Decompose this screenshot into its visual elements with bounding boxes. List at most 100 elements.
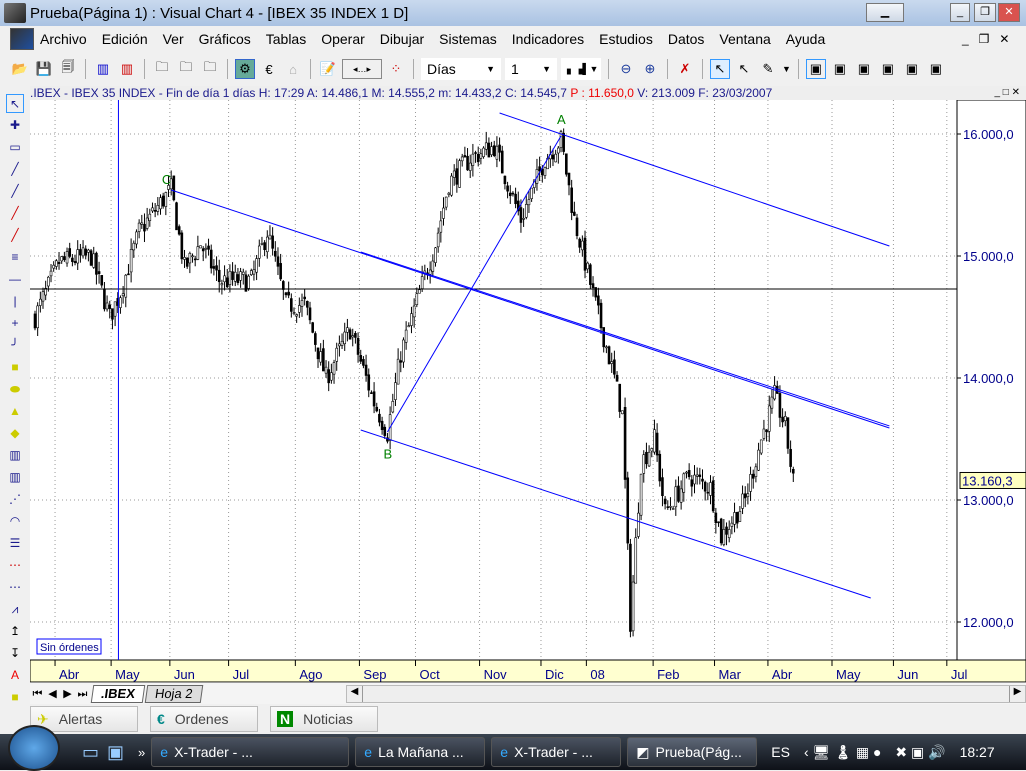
layout-6-icon[interactable]: ▣ bbox=[926, 59, 946, 79]
connect-icon[interactable]: ⁘ bbox=[386, 59, 406, 79]
candle-body bbox=[730, 522, 734, 527]
chart-type-select[interactable]: ▖▗▌ ▼ bbox=[561, 58, 601, 80]
task-xtrader-1[interactable]: e X-Trader - ... bbox=[151, 737, 350, 767]
ordenes-tab[interactable]: € Ordenes bbox=[150, 706, 258, 732]
noticias-tab[interactable]: N Noticias bbox=[270, 706, 378, 732]
fibo-levels-icon[interactable]: ☰ bbox=[6, 534, 24, 553]
layout-4-icon[interactable]: ▣ bbox=[878, 59, 898, 79]
select-object-icon[interactable]: ↖ bbox=[734, 59, 754, 79]
text-tool-icon[interactable]: A bbox=[6, 666, 24, 685]
language-indicator[interactable]: ES bbox=[771, 744, 790, 760]
menu-indicadores[interactable]: Indicadores bbox=[512, 31, 584, 47]
clock[interactable]: 18:27 bbox=[960, 744, 995, 760]
scroll-control[interactable]: ◂…▸ bbox=[342, 59, 382, 79]
period-select[interactable]: Días ▼ bbox=[421, 58, 501, 80]
cursor-icon[interactable]: ↖ bbox=[710, 59, 730, 79]
price-chart[interactable]: 16.000,0 15.000,0 14.000,0 13.000,0 12.000,0… bbox=[30, 100, 1026, 682]
menu-ayuda[interactable]: Ayuda bbox=[786, 31, 825, 47]
gann-icon[interactable]: ▥ bbox=[6, 468, 24, 487]
menu-operar[interactable]: Operar bbox=[321, 31, 365, 47]
bar-chart-icon[interactable]: ▥ bbox=[93, 59, 113, 79]
note-tool-icon[interactable]: ■ bbox=[6, 688, 24, 707]
house-icon[interactable]: ⌂ bbox=[283, 59, 303, 79]
save-all-icon[interactable]: 🗐 bbox=[58, 59, 78, 79]
quicklaunch-more[interactable]: » bbox=[138, 745, 145, 760]
pen-color-icon[interactable]: ✎ bbox=[758, 59, 778, 79]
sheet-tab-ibex[interactable]: .IBEX bbox=[90, 684, 146, 703]
cross-line-icon[interactable]: + bbox=[6, 314, 24, 333]
task-xtrader-2[interactable]: e X-Trader - ... bbox=[491, 737, 622, 767]
menu-datos[interactable]: Datos bbox=[668, 31, 705, 47]
menu-tablas[interactable]: Tablas bbox=[266, 31, 306, 47]
chart-window-controls[interactable]: _ □ ✕ bbox=[994, 86, 1020, 100]
folder-chart2-icon[interactable]: 🗀 bbox=[176, 59, 196, 79]
properties-icon[interactable]: 📝 bbox=[318, 59, 338, 79]
diamond-tool-icon[interactable]: ◆ bbox=[6, 424, 24, 443]
tray-network-icons[interactable]: ✖ ▣ 🔊 bbox=[895, 744, 945, 761]
menu-ventana[interactable]: Ventana bbox=[719, 31, 770, 47]
layout-2-icon[interactable]: ▣ bbox=[830, 59, 850, 79]
arcs-tool-icon[interactable]: ◠ bbox=[6, 512, 24, 531]
last-sheet-button[interactable]: ⏭ bbox=[75, 685, 90, 703]
save-icon[interactable]: 💾 bbox=[34, 59, 54, 79]
close-button[interactable]: ✕ bbox=[998, 3, 1020, 22]
ellipse-tool-icon[interactable]: ⬬ bbox=[6, 380, 24, 399]
delete-drawings-icon[interactable]: ✗ bbox=[675, 59, 695, 79]
horizontal-scrollbar[interactable]: ◀ ▶ bbox=[346, 685, 1026, 703]
task-prueba[interactable]: ◩ Prueba(Pág... bbox=[627, 737, 758, 767]
trendline-tool-icon[interactable]: ╱ bbox=[6, 160, 24, 179]
multiplier-select[interactable]: 1 ▼ bbox=[505, 58, 557, 80]
open-icon[interactable]: 📂 bbox=[10, 59, 30, 79]
menu-archivo[interactable]: Archivo bbox=[40, 31, 87, 47]
ray-tool-icon[interactable]: ╱ bbox=[6, 182, 24, 201]
fibonacci-time-icon[interactable]: ▥ bbox=[6, 446, 24, 465]
line-red-tool-icon[interactable]: ╱ bbox=[6, 204, 24, 223]
start-button[interactable] bbox=[8, 725, 60, 771]
menu-ver[interactable]: Ver bbox=[163, 31, 184, 47]
menu-edicion[interactable]: Edición bbox=[102, 31, 148, 47]
triangle-tool-icon[interactable]: ▲ bbox=[6, 402, 24, 421]
menu-estudios[interactable]: Estudios bbox=[599, 31, 653, 47]
layout-1-icon[interactable]: ▣ bbox=[805, 59, 826, 79]
switch-windows-icon[interactable]: ▣ bbox=[107, 742, 124, 763]
arrow-down-icon[interactable]: ↧ bbox=[6, 644, 24, 663]
chart-menu-icon[interactable] bbox=[10, 27, 34, 50]
show-desktop-icon[interactable]: ▭ bbox=[82, 742, 99, 763]
layout-5-icon[interactable]: ▣ bbox=[902, 59, 922, 79]
network-icon[interactable]: ⚙ bbox=[235, 59, 255, 79]
layout-3-icon[interactable]: ▣ bbox=[854, 59, 874, 79]
rectangle-select-icon[interactable]: ▭ bbox=[6, 138, 24, 157]
key-euro-icon[interactable]: € bbox=[259, 59, 279, 79]
mdi-controls[interactable]: _ ❐ ✕ bbox=[962, 32, 1010, 46]
folder-chart-icon[interactable]: 🗀 bbox=[152, 59, 172, 79]
regression-icon[interactable]: ⋯ bbox=[6, 556, 24, 575]
pointer-tool-icon[interactable]: ↖ bbox=[6, 94, 24, 113]
channel-tool-icon[interactable]: ≡ bbox=[6, 248, 24, 267]
window-min-button[interactable]: _ bbox=[950, 3, 970, 22]
line-extended-tool-icon[interactable]: ╱ bbox=[6, 226, 24, 245]
rectangle-tool-icon[interactable]: ■ bbox=[6, 358, 24, 377]
zoom-out-icon[interactable]: ⊖ bbox=[616, 59, 636, 79]
tray-expand-icon[interactable]: ‹ 🖥 ♟ ▦ ● bbox=[804, 744, 881, 761]
arrow-up-icon[interactable]: ↥ bbox=[6, 622, 24, 641]
horizontal-line-icon[interactable]: — bbox=[6, 270, 24, 289]
bar-chart-down-icon[interactable]: ▥ bbox=[117, 59, 137, 79]
next-sheet-button[interactable]: ▶ bbox=[60, 685, 75, 703]
vertical-line-icon[interactable]: | bbox=[6, 292, 24, 311]
andrews-icon[interactable]: ⋯ bbox=[6, 578, 24, 597]
first-sheet-button[interactable]: ⏮ bbox=[30, 685, 45, 703]
minimize-button[interactable]: ▁ bbox=[866, 3, 904, 22]
zoom-in-icon[interactable]: ⊕ bbox=[640, 59, 660, 79]
menu-dibujar[interactable]: Dibujar bbox=[380, 31, 424, 47]
menu-graficos[interactable]: Gráficos bbox=[199, 31, 251, 47]
elliott-icon[interactable]: ⩘ bbox=[6, 600, 24, 619]
arc-tool-icon[interactable]: ╯ bbox=[6, 336, 24, 355]
folder-chart3-icon[interactable]: 🗀 bbox=[200, 59, 220, 79]
fan-tool-icon[interactable]: ⋰ bbox=[6, 490, 24, 509]
sheet-tab-hoja2[interactable]: Hoja 2 bbox=[144, 684, 203, 703]
maximize-button[interactable]: ❐ bbox=[974, 3, 996, 22]
menu-sistemas[interactable]: Sistemas bbox=[439, 31, 497, 47]
crosshair-tool-icon[interactable]: ✚ bbox=[6, 116, 24, 135]
task-la-manana[interactable]: e La Mañana ... bbox=[355, 737, 486, 767]
prev-sheet-button[interactable]: ◀ bbox=[45, 685, 60, 703]
